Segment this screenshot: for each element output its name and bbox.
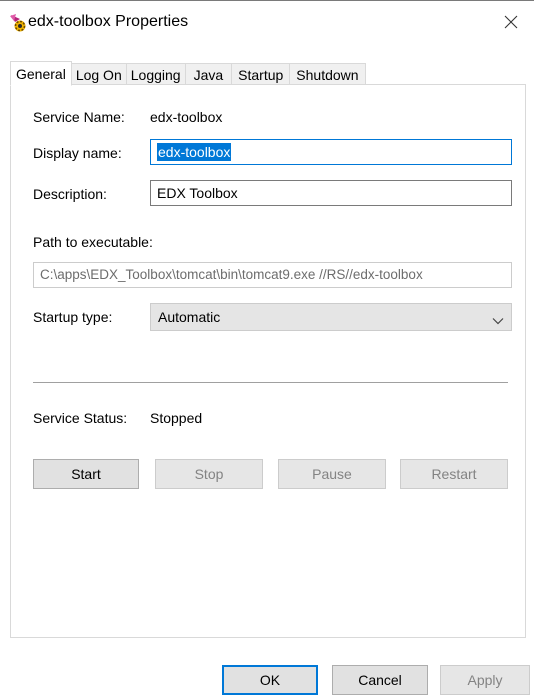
startup-type-dropdown[interactable]: Automatic — [150, 303, 512, 331]
description-label: Description: — [33, 186, 107, 202]
title-bar[interactable]: edx-toolbox Properties — [0, 1, 534, 41]
restart-button[interactable]: Restart — [400, 459, 508, 489]
display-name-field[interactable]: edx-toolbox — [150, 139, 512, 165]
close-icon[interactable] — [498, 9, 524, 35]
window-title: edx-toolbox Properties — [28, 13, 189, 30]
path-to-executable-field[interactable]: C:\apps\EDX_Toolbox\tomcat\bin\tomcat9.e… — [33, 262, 512, 288]
tab-general[interactable]: General — [10, 61, 72, 86]
ok-button[interactable]: OK — [222, 665, 318, 695]
tab-log-on[interactable]: Log On — [71, 63, 127, 85]
cancel-button[interactable]: Cancel — [332, 665, 428, 695]
start-button[interactable]: Start — [33, 459, 139, 489]
tab-startup[interactable]: Startup — [232, 63, 291, 85]
display-name-label: Display name: — [33, 145, 122, 161]
tab-logging[interactable]: Logging — [126, 63, 186, 85]
description-field[interactable]: EDX Toolbox — [150, 180, 512, 206]
startup-type-value: Automatic — [158, 309, 221, 325]
service-gear-icon — [8, 13, 28, 33]
general-tab-panel — [10, 84, 526, 638]
service-status-value: Stopped — [150, 410, 203, 426]
tab-strip: General Log On Logging Java Startup Shut… — [10, 61, 366, 86]
service-status-label: Service Status: — [33, 410, 128, 426]
startup-type-label: Startup type: — [33, 309, 113, 325]
tab-java[interactable]: Java — [185, 63, 233, 85]
service-name-value: edx-toolbox — [150, 109, 223, 125]
service-name-label: Service Name: — [33, 109, 125, 125]
chevron-down-icon — [491, 310, 505, 325]
stop-button[interactable]: Stop — [155, 459, 263, 489]
apply-button[interactable]: Apply — [440, 665, 530, 695]
tab-shutdown[interactable]: Shutdown — [290, 63, 366, 85]
pause-button[interactable]: Pause — [278, 459, 386, 489]
section-divider — [33, 382, 508, 383]
path-to-executable-label: Path to executable: — [33, 234, 153, 250]
display-name-selected-text: edx-toolbox — [157, 143, 232, 161]
